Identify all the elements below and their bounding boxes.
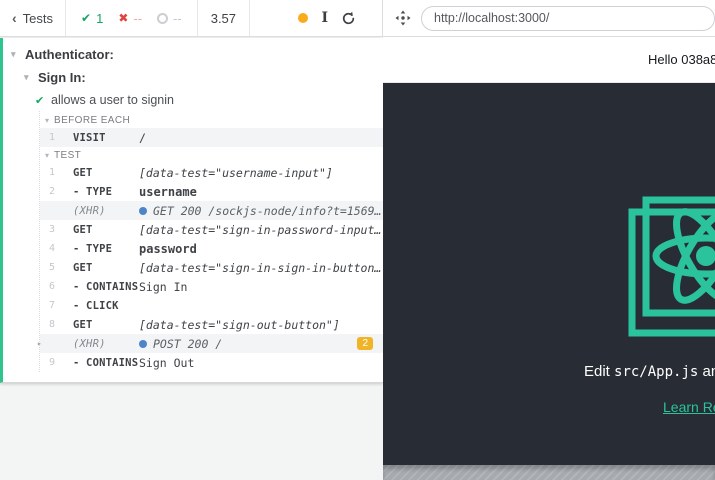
- command-row[interactable]: 9 - CONTAINS Sign Out: [40, 353, 383, 372]
- test-title: allows a user to signin: [51, 93, 174, 107]
- command-row[interactable]: 1 VISIT /: [40, 128, 383, 147]
- url-text: http://localhost:3000/: [434, 11, 549, 25]
- test-allows-signin[interactable]: ✔ allows a user to signin: [3, 89, 383, 111]
- command-method: - CONTAINS: [73, 357, 139, 369]
- command-method: - TYPE: [73, 243, 139, 255]
- command-method: (XHR): [73, 205, 139, 217]
- caret-down-icon: ▾: [45, 151, 49, 160]
- command-args: /: [139, 131, 383, 145]
- command-number: 2: [40, 186, 55, 197]
- command-number: 1: [40, 132, 55, 143]
- command-log: ▾ BEFORE EACH 1 VISIT / ▾ TEST 1 GET [da…: [39, 111, 383, 372]
- command-args: GET 200 /sockjs-node/info?t=1569…: [153, 204, 383, 218]
- caret-down-icon: ▾: [11, 49, 16, 60]
- top-bar: ‹ Tests ✔ 1 ✖ -- -- 3.57: [0, 0, 715, 37]
- url-address-bar[interactable]: http://localhost:3000/: [421, 6, 715, 31]
- command-row[interactable]: 2 - TYPE username: [40, 182, 383, 201]
- chevron-left-icon: ‹: [12, 11, 17, 25]
- command-args: [data-test="username-input"]: [139, 166, 383, 180]
- command-method: GET: [73, 319, 139, 331]
- greeting-text: Hello 038a8: [648, 52, 715, 67]
- aut-header: http://localhost:3000/: [383, 0, 715, 36]
- divider: [249, 0, 250, 36]
- command-method: GET: [73, 262, 139, 274]
- caret-down-icon: ▾: [24, 72, 29, 83]
- selector-playground-icon[interactable]: [395, 10, 411, 26]
- command-row[interactable]: 8 GET [data-test="sign-out-button"]: [40, 315, 383, 334]
- command-row[interactable]: 1 GET [data-test="username-input"]: [40, 163, 383, 182]
- command-args: POST 200 /: [153, 337, 357, 351]
- command-number: 4: [40, 243, 55, 254]
- command-args: [data-test="sign-out-button"]: [139, 318, 383, 332]
- suite-authenticator[interactable]: ▾ Authenticator:: [3, 43, 383, 66]
- command-args: Sign In: [139, 280, 383, 294]
- outside-viewport-hatch: [383, 465, 715, 480]
- xhr-row[interactable]: ▸ (XHR) POST 200 / 2: [40, 334, 383, 353]
- check-icon: ✔: [35, 94, 44, 107]
- xhr-dot-icon: [139, 340, 147, 348]
- caret-down-icon: ▾: [45, 116, 49, 125]
- xhr-row[interactable]: (XHR) GET 200 /sockjs-node/info?t=1569…: [40, 201, 383, 220]
- command-args: [data-test="sign-in-sign-in-button…: [139, 261, 383, 275]
- command-method: GET: [73, 167, 139, 179]
- aut-panel: Hello 038a8 Edit src/App.js and save to …: [383, 37, 715, 480]
- check-icon: ✔: [81, 11, 91, 25]
- refresh-icon[interactable]: [341, 11, 356, 26]
- command-args: [data-test="sign-in-password-input…: [139, 223, 383, 237]
- command-method: - CONTAINS: [73, 281, 139, 293]
- orange-dot-icon[interactable]: [298, 13, 308, 23]
- failed-count[interactable]: ✖ --: [118, 11, 142, 26]
- back-to-tests-link[interactable]: ‹ Tests: [0, 0, 65, 36]
- edit-instruction: Edit src/App.js and save to reload.: [584, 363, 715, 380]
- command-method: (XHR): [73, 338, 139, 350]
- test-section-header[interactable]: ▾ TEST: [40, 147, 383, 163]
- passed-count[interactable]: ✔ 1: [81, 11, 103, 26]
- command-row[interactable]: 4 - TYPE password: [40, 239, 383, 258]
- command-number: 9: [40, 357, 55, 368]
- header-icons: I: [298, 11, 382, 26]
- suite-sign-in[interactable]: ▾ Sign In:: [3, 66, 383, 89]
- run-duration: 3.57: [198, 0, 249, 36]
- command-number: 6: [40, 281, 55, 292]
- command-args: username: [139, 185, 383, 199]
- learn-react-link[interactable]: Learn React: [663, 399, 715, 415]
- reporter-panel: ▾ Authenticator: ▾ Sign In: ✔ allows a u…: [0, 37, 383, 480]
- command-args: Sign Out: [139, 356, 383, 370]
- reporter-header: ‹ Tests ✔ 1 ✖ -- -- 3.57: [0, 0, 383, 36]
- code-snippet: src/App.js: [614, 364, 698, 380]
- x-icon: ✖: [118, 11, 128, 25]
- command-number: 5: [40, 262, 55, 273]
- pending-count[interactable]: --: [157, 11, 182, 26]
- aut-app-header: Hello 038a8: [383, 37, 715, 83]
- before-each-section-header[interactable]: ▾ BEFORE EACH: [40, 112, 383, 128]
- command-number: 3: [40, 224, 55, 235]
- xhr-count-badge: 2: [357, 337, 373, 350]
- command-row[interactable]: 3 GET [data-test="sign-in-password-input…: [40, 220, 383, 239]
- suite-title: Sign In:: [38, 70, 86, 85]
- caret-right-icon[interactable]: ▸: [37, 339, 42, 348]
- command-row[interactable]: 6 - CONTAINS Sign In: [40, 277, 383, 296]
- react-logo: [622, 192, 715, 362]
- command-method: VISIT: [73, 132, 139, 144]
- back-label: Tests: [23, 11, 53, 26]
- cypress-runner: ‹ Tests ✔ 1 ✖ -- -- 3.57: [0, 0, 715, 480]
- command-method: - CLICK: [73, 300, 139, 312]
- text-cursor-icon[interactable]: I: [321, 11, 328, 25]
- command-args: password: [139, 242, 383, 256]
- circle-icon: [157, 13, 168, 24]
- command-row[interactable]: 5 GET [data-test="sign-in-sign-in-button…: [40, 258, 383, 277]
- command-number: 1: [40, 167, 55, 178]
- suite-title: Authenticator:: [25, 47, 114, 62]
- test-block: ▾ Authenticator: ▾ Sign In: ✔ allows a u…: [0, 38, 383, 383]
- command-number: 8: [40, 319, 55, 330]
- xhr-dot-icon: [139, 207, 147, 215]
- command-row[interactable]: 7 - CLICK: [40, 296, 383, 315]
- command-method: GET: [73, 224, 139, 236]
- command-number: 7: [40, 300, 55, 311]
- command-method: - TYPE: [73, 186, 139, 198]
- test-stats: ✔ 1 ✖ -- --: [66, 0, 197, 36]
- aut-app-main: Edit src/App.js and save to reload. Lear…: [383, 83, 715, 465]
